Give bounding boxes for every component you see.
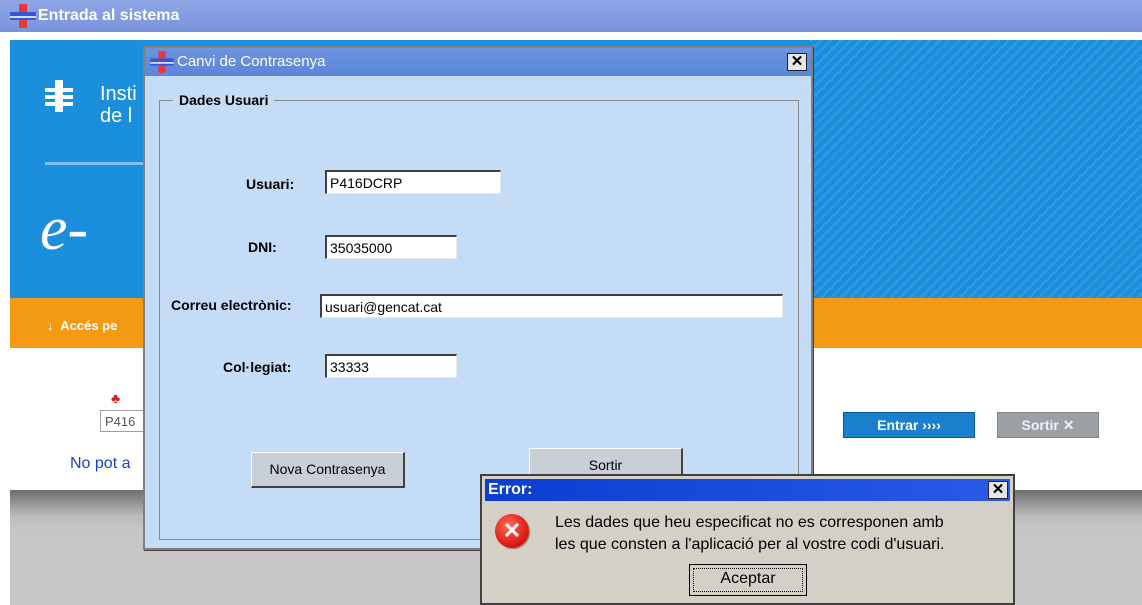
access-bar-text: Accés pe xyxy=(60,318,118,333)
close-button[interactable]: ✕ xyxy=(787,53,807,71)
error-message-line2: les que consten a l'aplicació per al vos… xyxy=(555,536,945,553)
accept-button[interactable]: Aceptar xyxy=(689,564,807,596)
arrow-down-icon: ↓ xyxy=(47,318,54,333)
user-icon: ♣ xyxy=(111,390,121,406)
banner-hatch-pattern xyxy=(810,40,1142,298)
usuari-label: Usuari: xyxy=(246,176,295,192)
error-message: Les dades que heu especificat no es corr… xyxy=(555,512,1005,556)
email-label: Correu electrònic: xyxy=(171,297,292,313)
error-icon: ✕ xyxy=(495,514,529,548)
error-dialog: Error: ✕ ✕ Les dades que heu especificat… xyxy=(480,474,1015,605)
change-password-titlebar[interactable]: Canvi de Contrasenya ✕ xyxy=(145,48,811,76)
forgot-access-link[interactable]: No pot a xyxy=(70,455,130,473)
institution-logo-icon xyxy=(45,80,73,112)
error-titlebar[interactable]: Error: ✕ xyxy=(485,479,1010,501)
dni-label: DNI: xyxy=(248,239,277,255)
change-password-title: Canvi de Contrasenya xyxy=(177,53,326,70)
error-title: Error: xyxy=(488,481,533,498)
error-close-button[interactable]: ✕ xyxy=(988,481,1008,499)
app-cross-icon xyxy=(10,4,36,28)
email-input[interactable]: usuari@gencat.cat xyxy=(320,294,783,318)
institution-name: Insti de l xyxy=(100,83,137,127)
enter-button[interactable]: Entrar ›››› xyxy=(843,412,975,438)
error-message-line1: Les dades que heu especificat no es corr… xyxy=(555,514,944,531)
e-logo: e- xyxy=(40,195,89,263)
dni-input[interactable]: 35035000 xyxy=(325,235,457,259)
main-window-title: Entrada al sistema xyxy=(38,7,180,24)
accept-button-label: Aceptar xyxy=(720,570,776,587)
dialog-cross-icon xyxy=(150,51,174,73)
background-user-input[interactable]: P416 xyxy=(100,410,144,432)
exit-button[interactable]: Sortir ✕ xyxy=(997,412,1099,438)
access-bar-label[interactable]: ↓ Accés pe xyxy=(47,318,117,333)
main-window-titlebar[interactable]: Entrada al sistema xyxy=(0,0,1142,32)
collegiat-label: Col·legiat: xyxy=(223,359,292,375)
banner-divider xyxy=(45,162,155,165)
new-password-button[interactable]: Nova Contrasenya xyxy=(251,452,405,488)
collegiat-input[interactable]: 33333 xyxy=(325,354,457,378)
user-data-group-title: Dades Usuari xyxy=(173,92,275,108)
usuari-input[interactable]: P416DCRP xyxy=(325,170,501,194)
